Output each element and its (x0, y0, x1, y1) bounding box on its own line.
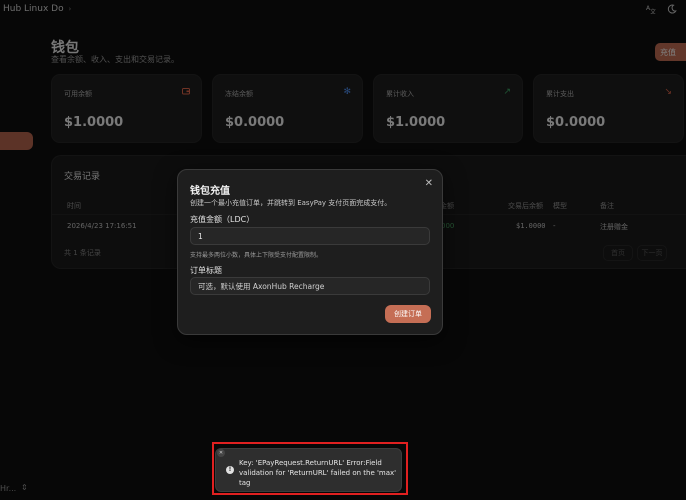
amount-label: 充值金额（LDC） (190, 215, 255, 224)
toast-close-icon[interactable]: ✕ (217, 449, 225, 457)
recharge-dialog: 钱包充值 ✕ 创建一个最小充值订单，并跳转到 EasyPay 支付页面完成支付。… (177, 169, 443, 335)
dialog-title: 钱包充值 (190, 186, 230, 197)
amount-hint: 支持最多两位小数，具体上下限受支付配置限制。 (190, 252, 323, 259)
subject-input[interactable] (190, 277, 430, 295)
subject-label: 订单标题 (190, 266, 222, 275)
error-toast: ✕ ! Key: 'EPayRequest.ReturnURL' Error:F… (215, 448, 402, 492)
amount-input[interactable] (190, 227, 430, 245)
close-icon[interactable]: ✕ (425, 178, 433, 189)
dialog-description: 创建一个最小充值订单，并跳转到 EasyPay 支付页面完成支付。 (190, 199, 392, 207)
create-order-button[interactable]: 创建订单 (385, 305, 431, 323)
toast-message: Key: 'EPayRequest.ReturnURL' Error:Field… (239, 459, 397, 487)
alert-circle-icon: ! (226, 466, 234, 474)
